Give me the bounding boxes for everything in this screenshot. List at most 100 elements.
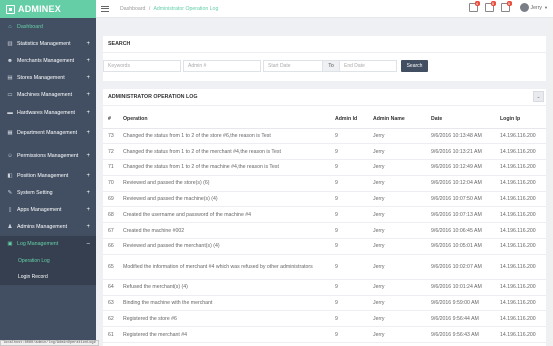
- sidebar-item-label: Position Management: [17, 172, 69, 179]
- sidebar-item-position[interactable]: ◧ Position Management +: [0, 167, 96, 184]
- cell-login-ip: 14.196.116.200: [495, 238, 546, 255]
- cell-admin-name: Jerry: [368, 159, 426, 176]
- cell-login-ip: 14.196.116.200: [495, 295, 546, 312]
- breadcrumb-dashboard[interactable]: Dashboard: [120, 6, 145, 12]
- cell-admin-id: 9: [330, 326, 368, 344]
- sidebar-item-machines[interactable]: ▭ Machines Management +: [0, 87, 96, 104]
- search-panel: SEARCH Keywords Admin # Start Date To En…: [103, 36, 546, 81]
- breadcrumb-current: Administrator Operation Log: [153, 5, 219, 12]
- cell-admin-id: 9: [330, 254, 368, 280]
- end-date-input[interactable]: End Date: [339, 60, 397, 72]
- cell-admin-id: 9: [330, 310, 368, 328]
- log-panel-header: ADMINISTRATOR OPERATION LOG ⌄: [103, 89, 546, 106]
- sidebar-item-label: Admins Management: [17, 224, 68, 231]
- sidebar-item-apps[interactable]: ▯ Apps Management +: [0, 202, 96, 219]
- cell-date: 9/6/2016 10:13:21 AM: [426, 143, 495, 161]
- hamburger-menu-icon[interactable]: [101, 5, 109, 12]
- sidebar-subitem-operation-log[interactable]: Operation Log: [0, 253, 96, 269]
- log-submenu: Operation Log Login Record: [0, 253, 96, 286]
- chevron-down-icon[interactable]: ▼: [544, 5, 548, 10]
- top-right-tools: 4 5 5 Jerry ▼: [462, 1, 548, 12]
- operation-log-table: # Operation Admin Id Admin Name Date Log…: [103, 110, 546, 344]
- cell-admin-name: Jerry: [368, 279, 426, 296]
- sidebar-item-hardwares[interactable]: ▬ Hardwares Management +: [0, 104, 96, 121]
- cell-admin-id: 9: [330, 143, 368, 161]
- search-button[interactable]: Search: [401, 60, 428, 72]
- store-icon: ▤: [7, 75, 13, 82]
- sidebar-item-label: Permissions Management: [17, 152, 79, 159]
- sidebar-item-system-setting[interactable]: ✎ System Setting +: [0, 184, 96, 201]
- notifications-badge: 5: [506, 1, 512, 6]
- expand-icon: +: [86, 152, 90, 159]
- expand-icon: +: [86, 224, 90, 231]
- table-row: 63 Binding the machine with the merchant 9…: [103, 295, 546, 312]
- apps-icon: ▯: [8, 207, 12, 214]
- sidebar-item-permissions[interactable]: ☺ Permissions Management +: [0, 144, 96, 167]
- sidebar-item-stores[interactable]: ▤ Stores Management +: [0, 70, 96, 87]
- table-row: 69 Reviewed and passed the machine(s) (4)…: [103, 191, 546, 208]
- admin-id-input[interactable]: Admin #: [183, 60, 261, 72]
- brand-logo[interactable]: ADMINEX: [0, 0, 96, 18]
- column-header-number: #: [103, 110, 118, 129]
- cell-admin-name: Jerry: [368, 254, 426, 280]
- cell-date: 9/6/2016 10:12:49 AM: [426, 159, 495, 176]
- cell-admin-name: Jerry: [368, 143, 426, 161]
- table-row: 71 Changed the status from 1 to 2 of the …: [103, 159, 546, 176]
- avatar[interactable]: [519, 3, 529, 12]
- sidebar-item-statistics[interactable]: ▥ Statistics Management +: [0, 35, 96, 52]
- cell-operation: Changed the status from 1 to 2 of the ma…: [118, 159, 330, 176]
- department-icon: ▦: [7, 129, 13, 136]
- start-date-input[interactable]: Start Date: [263, 60, 323, 72]
- search-form: Keywords Admin # Start Date To End Date …: [103, 53, 546, 72]
- notifications-icon[interactable]: 5: [500, 1, 512, 12]
- cell-number: 69: [103, 191, 118, 208]
- logo-icon: [6, 4, 15, 14]
- cell-admin-name: Jerry: [368, 222, 426, 240]
- cell-number: 73: [103, 128, 118, 145]
- chevron-down-icon[interactable]: ⌄: [533, 91, 544, 102]
- table-row: 65 Modified the information of merchant #…: [103, 254, 546, 280]
- top-bar: Dashboard / Administrator Operation Log …: [96, 0, 553, 18]
- sidebar-item-log[interactable]: ▣ Log Management –: [0, 235, 96, 254]
- sidebar-item-label: Hardwares Management: [17, 109, 75, 116]
- cell-date: 9/6/2016 10:05:01 AM: [426, 238, 495, 255]
- messages-icon[interactable]: 5: [484, 1, 496, 12]
- cell-admin-id: 9: [330, 279, 368, 296]
- cell-admin-name: Jerry: [368, 128, 426, 145]
- expand-icon: +: [86, 189, 90, 196]
- cell-number: 72: [103, 143, 118, 161]
- keywords-input[interactable]: Keywords: [103, 60, 181, 72]
- expand-icon: +: [86, 75, 90, 82]
- sidebar-subitem-login-record[interactable]: Login Record: [0, 269, 96, 285]
- cell-operation: Changed the status from 1 to 2 of the st…: [118, 128, 330, 145]
- sidebar-item-label: Department Management: [17, 129, 78, 136]
- table-row: 70 Reviewed and passed the store(s) (6) 9 J…: [103, 175, 546, 192]
- column-header-operation: Operation: [118, 110, 330, 129]
- sidebar-item-label: Log Management: [17, 241, 59, 248]
- cell-admin-id: 9: [330, 222, 368, 240]
- page-scrollbar[interactable]: [549, 18, 553, 346]
- expand-icon: +: [86, 92, 90, 99]
- tasks-icon[interactable]: 4: [468, 1, 480, 12]
- column-header-admin-id: Admin Id: [330, 110, 368, 129]
- sidebar-item-label: Stores Management: [17, 75, 65, 82]
- sidebar-item-label: Statistics Management: [17, 40, 71, 47]
- browser-status-bar: localhost:8080/admin/log/AdminOperationL…: [0, 340, 99, 346]
- user-name[interactable]: Jerry: [531, 5, 543, 11]
- sidebar: ADMINEX ⌂ Dashboard ▥ Statistics Managem…: [0, 0, 96, 346]
- brand-name: ADMINEX: [18, 4, 61, 14]
- home-icon: ⌂: [8, 23, 12, 30]
- cell-date: 9/6/2016 10:12:04 AM: [426, 175, 495, 192]
- sidebar-item-department[interactable]: ▦ Department Management +: [0, 121, 96, 144]
- log-title: ADMINISTRATOR OPERATION LOG: [108, 94, 198, 100]
- cell-date: 9/6/2016 9:56:44 AM: [426, 310, 495, 328]
- cell-admin-id: 9: [330, 191, 368, 208]
- cell-number: 62: [103, 310, 118, 328]
- cell-admin-id: 9: [330, 206, 368, 224]
- sidebar-item-merchants[interactable]: ☻ Merchants Management +: [0, 52, 96, 69]
- sidebar-item-admins[interactable]: ♟ Admins Management +: [0, 219, 96, 236]
- cell-date: 9/6/2016 10:07:13 AM: [426, 206, 495, 224]
- sidebar-item-dashboard[interactable]: ⌂ Dashboard: [0, 18, 96, 35]
- cell-admin-id: 9: [330, 238, 368, 255]
- cell-operation: Modified the information of merchant #4 …: [118, 254, 330, 280]
